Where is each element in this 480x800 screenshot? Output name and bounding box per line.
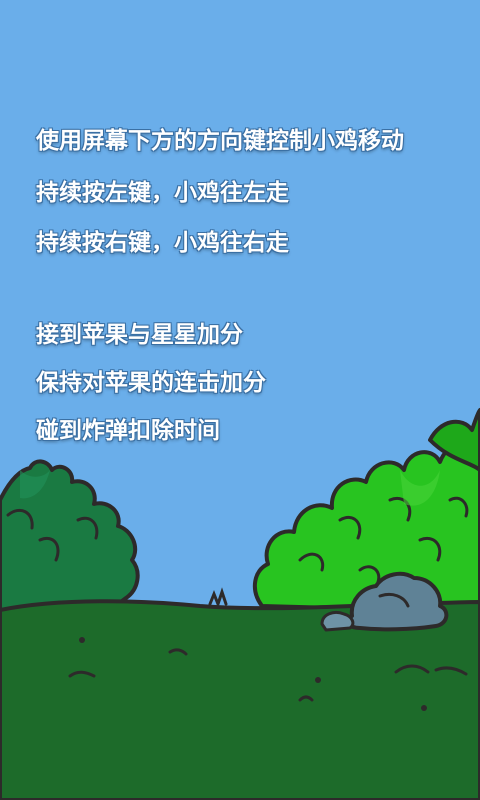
instruction-line: 持续按右键，小鸡往右走 [36, 230, 289, 256]
ground [0, 599, 480, 800]
game-background [0, 0, 480, 800]
instruction-line: 碰到炸弹扣除时间 [36, 418, 220, 444]
instruction-line: 使用屏幕下方的方向键控制小鸡移动 [36, 128, 404, 154]
instruction-line: 接到苹果与星星加分 [36, 322, 243, 348]
instruction-line: 持续按左键，小鸡往左走 [36, 180, 289, 206]
instruction-line: 保持对苹果的连击加分 [36, 370, 266, 396]
